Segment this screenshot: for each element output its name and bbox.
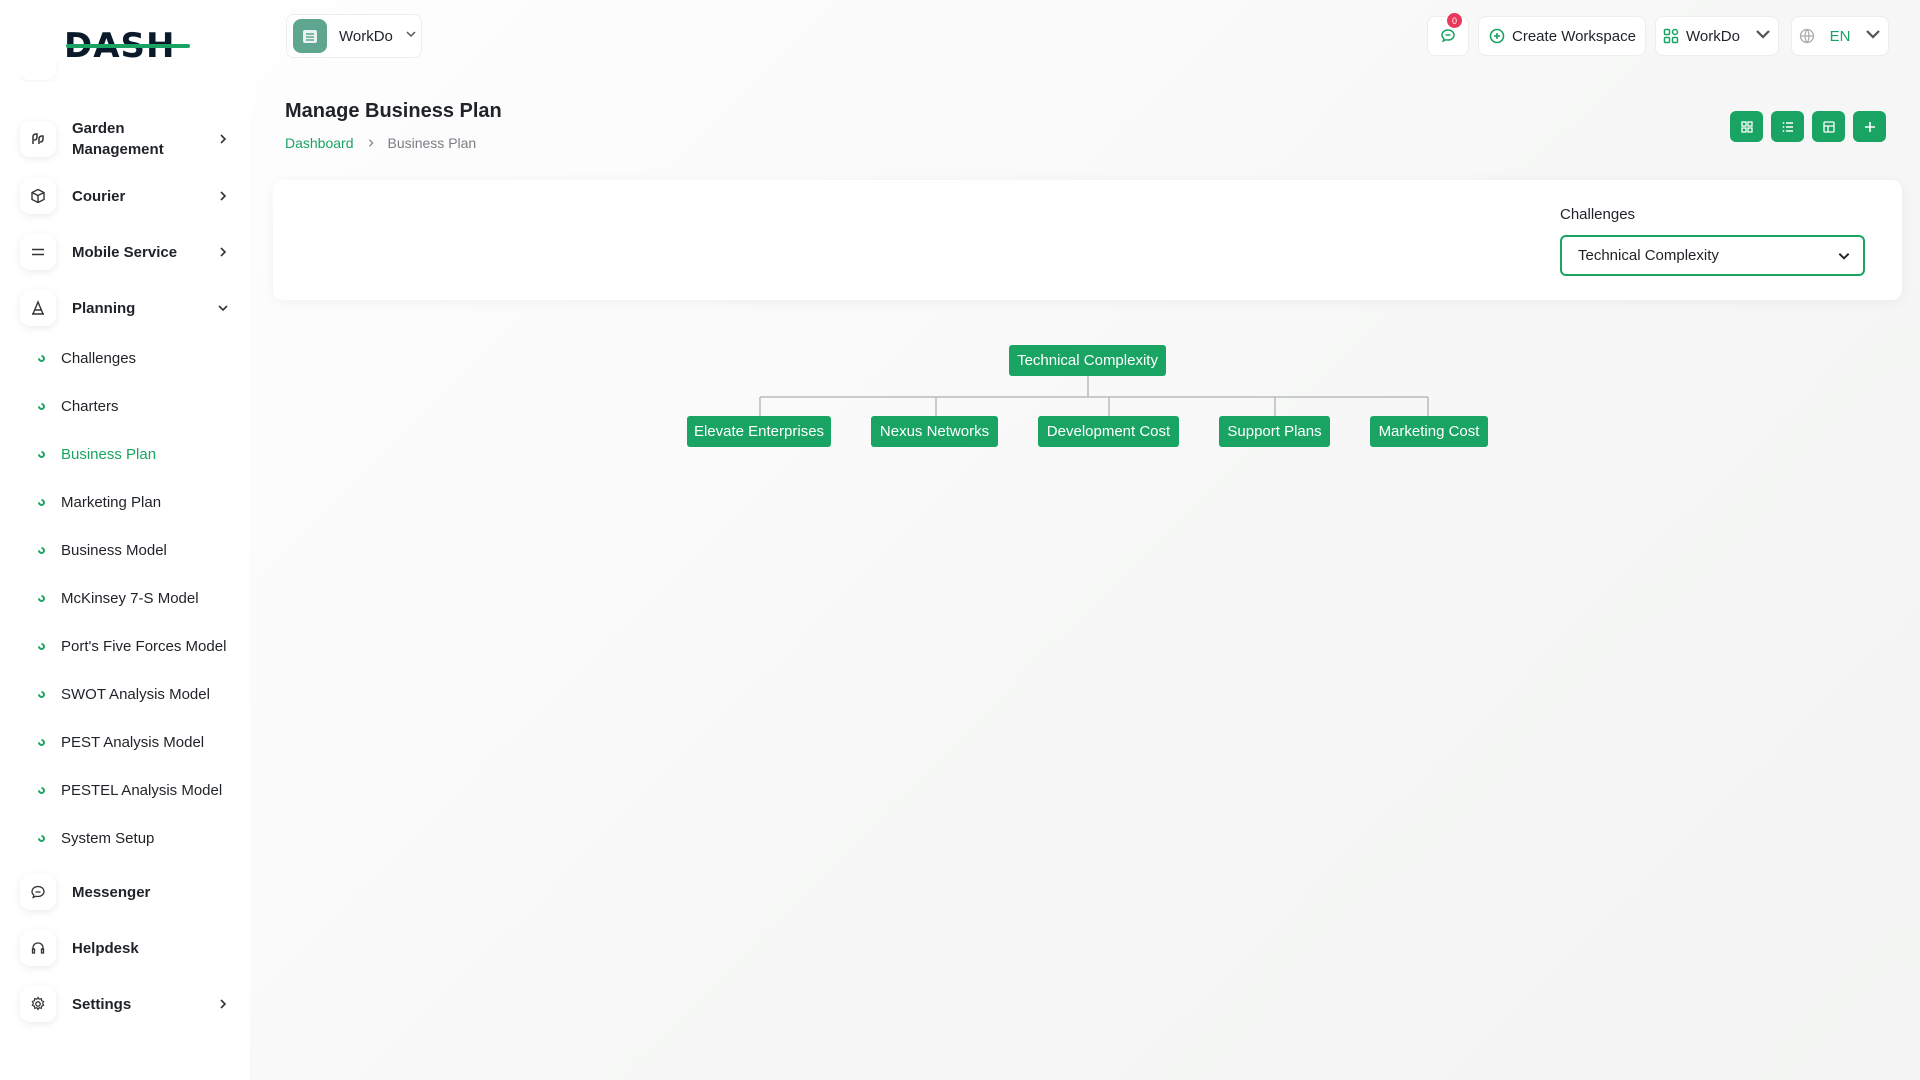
tree-child-node[interactable]: Elevate Enterprises (687, 416, 831, 447)
tree-child-node[interactable]: Development Cost (1038, 416, 1179, 447)
tree-root-node[interactable]: Technical Complexity (1009, 345, 1166, 376)
tree-child-node[interactable]: Nexus Networks (871, 416, 998, 447)
tree-connectors (759, 376, 1429, 417)
tree-child-node[interactable]: Support Plans (1219, 416, 1330, 447)
tree-child-node[interactable]: Marketing Cost (1370, 416, 1488, 447)
